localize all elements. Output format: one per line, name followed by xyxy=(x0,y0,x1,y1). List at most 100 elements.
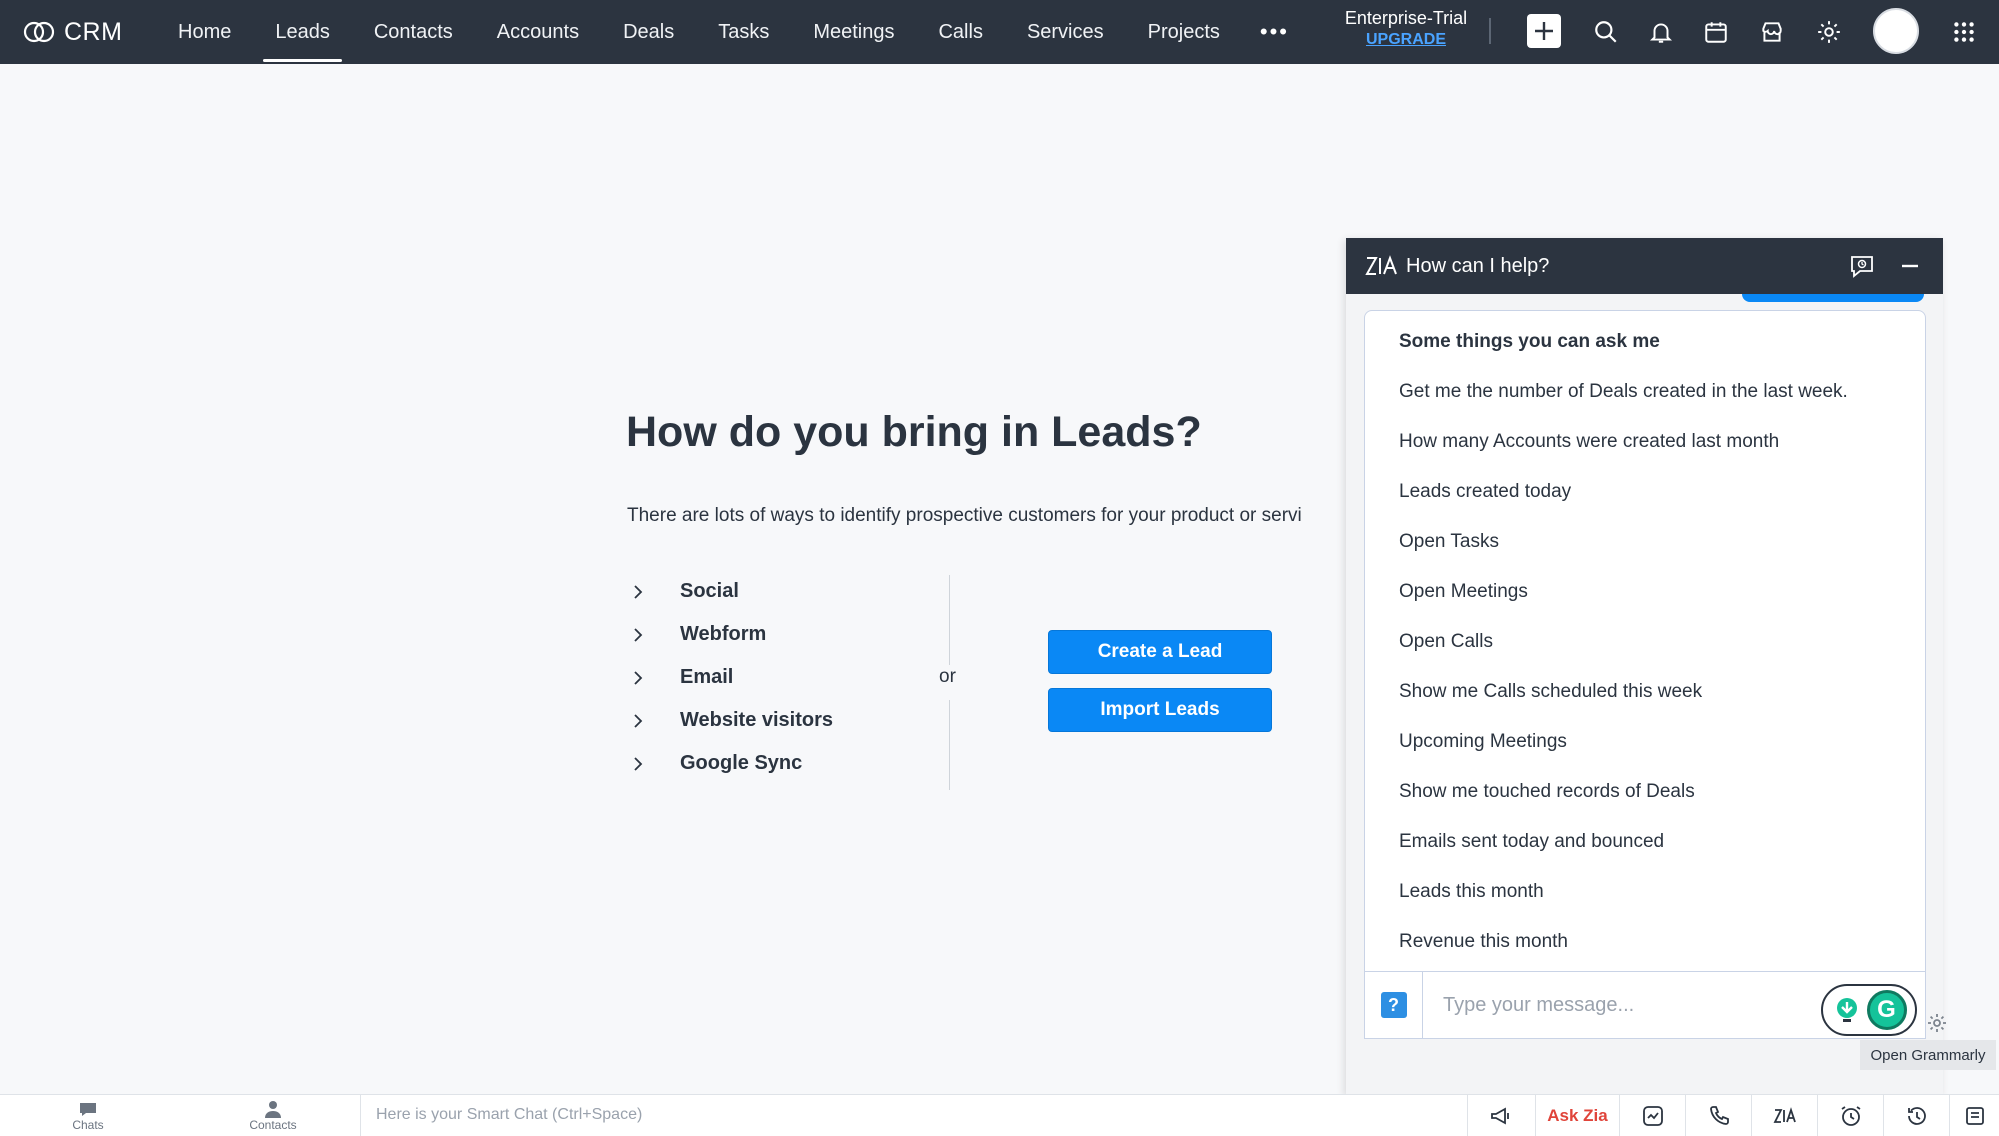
notifications-button[interactable] xyxy=(1645,16,1677,48)
marketplace-button[interactable] xyxy=(1756,16,1788,48)
activity-button[interactable] xyxy=(1619,1095,1685,1136)
suggestion-item[interactable]: Open Tasks xyxy=(1399,531,1499,553)
source-label: Email xyxy=(680,666,734,688)
source-label: Webform xyxy=(680,623,767,645)
suggestion-item[interactable]: Show me Calls scheduled this week xyxy=(1399,681,1702,703)
settings-button[interactable] xyxy=(1813,16,1845,48)
source-website-visitors[interactable]: Website visitors xyxy=(628,699,833,742)
notes-button[interactable] xyxy=(1949,1095,1999,1136)
source-social[interactable]: Social xyxy=(628,570,833,613)
tab-deals[interactable]: Deals xyxy=(601,0,696,64)
more-tabs-button[interactable]: ••• xyxy=(1242,0,1307,64)
minimize-icon[interactable] xyxy=(1896,252,1924,280)
zia-message-input[interactable] xyxy=(1443,972,1803,1038)
tab-label: Projects xyxy=(1147,20,1220,43)
or-separator: or xyxy=(939,666,956,687)
suggestion-item[interactable]: Revenue this month xyxy=(1399,931,1568,953)
source-label: Social xyxy=(680,580,739,602)
megaphone-icon xyxy=(1490,1107,1509,1125)
zia-logo-icon xyxy=(1365,255,1397,275)
chat-history-icon[interactable] xyxy=(1848,252,1876,280)
tab-accounts[interactable]: Accounts xyxy=(475,0,601,64)
bottom-bar: Chats Contacts Here is your Smart Chat (… xyxy=(0,1094,1999,1136)
chat-icon xyxy=(80,1103,96,1116)
contacts-button[interactable]: Contacts xyxy=(245,1097,301,1135)
source-email[interactable]: Email xyxy=(628,656,833,699)
quick-create-button[interactable] xyxy=(1527,14,1561,48)
question-icon: ? xyxy=(1380,992,1407,1018)
help-button[interactable]: ? xyxy=(1365,972,1423,1038)
ask-zia-label: Ask Zia xyxy=(1547,1106,1608,1125)
zia-title: How can I help? xyxy=(1406,254,1550,277)
chevron-right-icon xyxy=(634,713,643,728)
suggestion-item[interactable]: Open Calls xyxy=(1399,631,1493,653)
suggestion-item[interactable]: Leads this month xyxy=(1399,881,1544,903)
chats-label: Chats xyxy=(72,1118,104,1132)
divider-line xyxy=(949,700,950,790)
tab-label: Leads xyxy=(275,20,330,43)
module-tabs: Home Leads Contacts Accounts Deals Tasks… xyxy=(156,0,1307,64)
grammarly-widget[interactable]: G xyxy=(1821,984,1917,1036)
suggestion-item[interactable]: Emails sent today and bounced xyxy=(1399,831,1664,853)
source-webform[interactable]: Webform xyxy=(628,613,833,656)
suggestion-item[interactable]: Get me the number of Deals created in th… xyxy=(1399,381,1848,403)
reminders-button[interactable] xyxy=(1817,1095,1883,1136)
chevron-right-icon xyxy=(634,756,643,771)
suggestion-item[interactable]: Open Meetings xyxy=(1399,581,1528,603)
grid-icon xyxy=(1954,22,1974,42)
tab-label: Accounts xyxy=(496,20,580,43)
source-google-sync[interactable]: Google Sync xyxy=(628,742,833,785)
zia-header: How can I help? xyxy=(1346,238,1943,294)
search-button[interactable] xyxy=(1590,16,1622,48)
tab-calls[interactable]: Calls xyxy=(916,0,1004,64)
contacts-label: Contacts xyxy=(249,1118,297,1132)
recent-items-button[interactable] xyxy=(1883,1095,1949,1136)
chevron-right-icon xyxy=(634,670,643,685)
tab-label: Calls xyxy=(938,20,983,43)
tab-projects[interactable]: Projects xyxy=(1126,0,1242,64)
search-icon xyxy=(1595,21,1617,43)
person-icon xyxy=(265,1101,281,1118)
calendar-icon xyxy=(1705,22,1727,43)
upgrade-link[interactable]: UPGRADE xyxy=(1340,31,1472,49)
zia-assistant-panel: How can I help? Some things you can ask … xyxy=(1346,238,1943,1095)
create-lead-button[interactable]: Create a Lead xyxy=(1048,630,1272,674)
phone-button[interactable] xyxy=(1685,1095,1751,1136)
divider-line xyxy=(949,575,950,665)
crm-logo[interactable]: CRM xyxy=(22,18,142,47)
grammarly-tooltip: Open Grammarly xyxy=(1860,1040,1996,1070)
history-icon xyxy=(1907,1107,1926,1125)
tab-contacts[interactable]: Contacts xyxy=(352,0,475,64)
tab-meetings[interactable]: Meetings xyxy=(791,0,916,64)
tab-tasks[interactable]: Tasks xyxy=(696,0,791,64)
tab-label: Tasks xyxy=(718,20,770,43)
chart-check-icon xyxy=(1642,1106,1663,1126)
tab-leads[interactable]: Leads xyxy=(253,0,352,64)
suggestion-item[interactable]: Show me touched records of Deals xyxy=(1399,781,1695,803)
import-leads-button[interactable]: Import Leads xyxy=(1048,688,1272,732)
user-avatar[interactable] xyxy=(1873,8,1919,54)
tab-home[interactable]: Home xyxy=(156,0,253,64)
tab-label: Home xyxy=(178,20,232,43)
apps-menu-button[interactable] xyxy=(1948,16,1980,48)
edition-label: Enterprise-Trial xyxy=(1344,8,1468,28)
suggestions-heading: Some things you can ask me xyxy=(1399,331,1660,352)
announcements-button[interactable] xyxy=(1467,1095,1533,1136)
top-navigation: CRM Home Leads Contacts Accounts Deals T… xyxy=(0,0,1999,64)
lead-source-list: Social Webform Email Website visitors Go… xyxy=(628,570,833,785)
grammarly-settings-icon[interactable] xyxy=(1926,1012,1948,1034)
tab-label: Services xyxy=(1026,20,1104,43)
chats-button[interactable]: Chats xyxy=(68,1097,108,1135)
calendar-button[interactable] xyxy=(1700,16,1732,48)
smart-chat-input[interactable]: Here is your Smart Chat (Ctrl+Space) xyxy=(376,1106,642,1124)
nav-divider xyxy=(1489,18,1491,44)
suggestion-item[interactable]: Upcoming Meetings xyxy=(1399,731,1567,753)
zia-icon xyxy=(1773,1107,1796,1123)
suggestion-item[interactable]: Leads created today xyxy=(1399,481,1571,503)
zia-button[interactable] xyxy=(1751,1095,1817,1136)
tab-services[interactable]: Services xyxy=(1005,0,1126,64)
ask-zia-button[interactable]: Ask Zia xyxy=(1535,1095,1619,1136)
suggestion-item[interactable]: How many Accounts were created last mont… xyxy=(1399,431,1779,453)
source-label: Google Sync xyxy=(680,752,803,774)
chevron-right-icon xyxy=(634,584,643,599)
